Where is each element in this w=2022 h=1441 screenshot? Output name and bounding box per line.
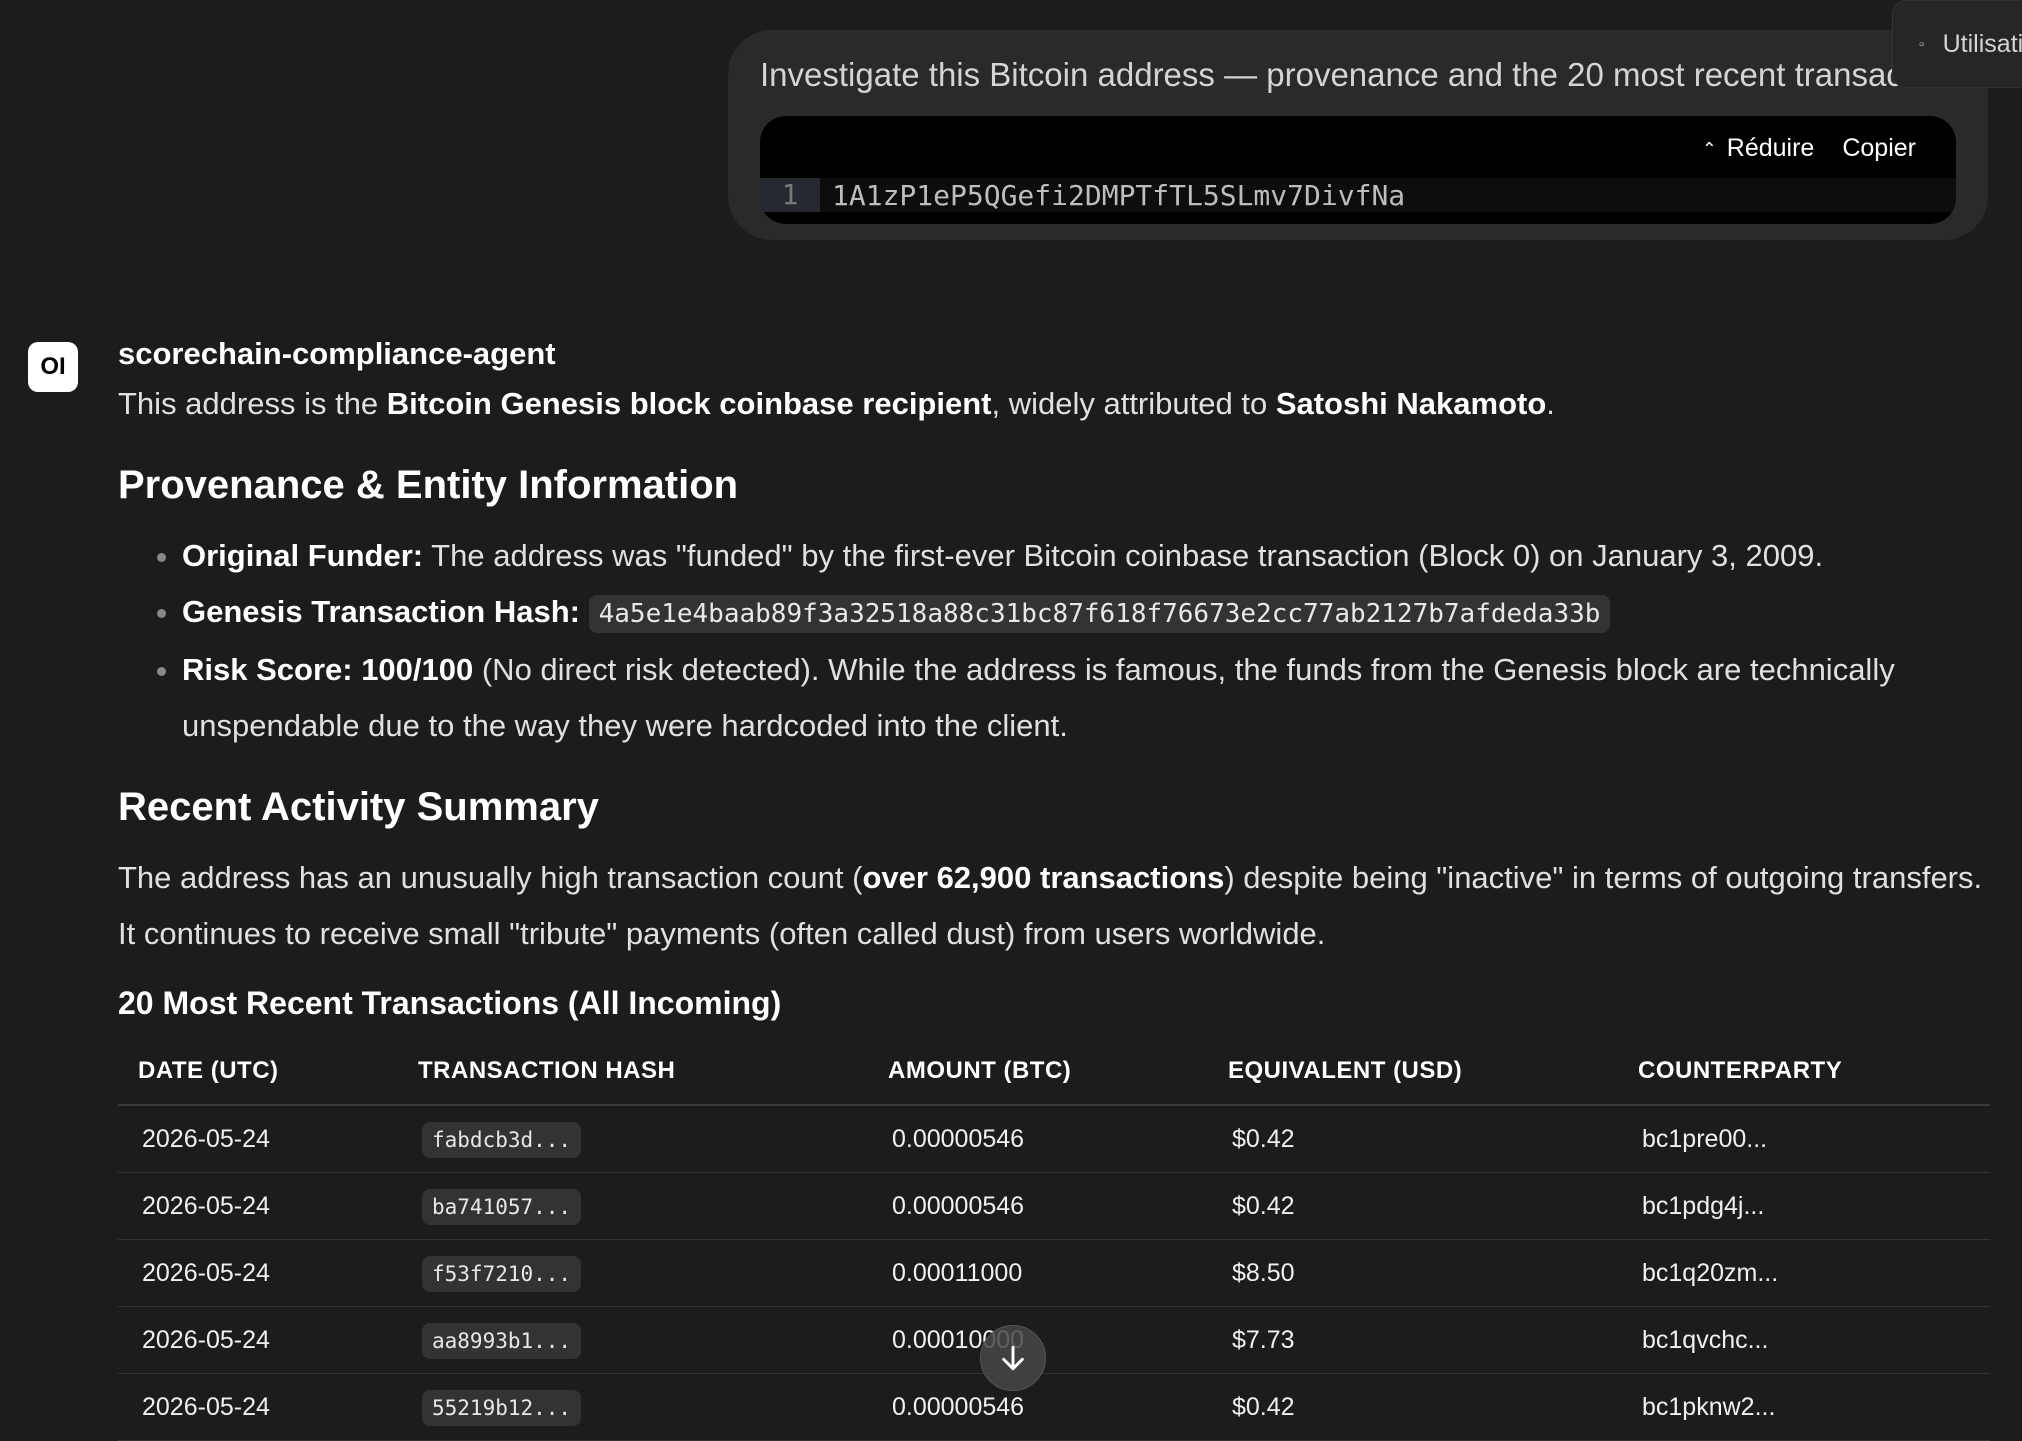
table-row: 2026-05-24 ba741057... 0.00000546 $0.42 … bbox=[118, 1172, 1990, 1240]
code-block: ⌃ Réduire Copier 1 1A1zP1eP5QGefi2DMPTfT… bbox=[760, 116, 1956, 224]
usd-cell: $0.42 bbox=[1208, 1172, 1618, 1240]
hash-label: Genesis Transaction Hash: bbox=[182, 594, 580, 629]
arrow-down-icon bbox=[1002, 1345, 1024, 1371]
list-item: Risk Score: 100/100 (No direct risk dete… bbox=[182, 642, 1998, 754]
list-item: Genesis Transaction Hash: 4a5e1e4baab89f… bbox=[182, 584, 1998, 642]
counterparty-cell: bc1q20zm... bbox=[1618, 1239, 1990, 1307]
assistant-avatar: OI bbox=[28, 342, 78, 392]
intro-paragraph: This address is the Bitcoin Genesis bloc… bbox=[118, 376, 1998, 432]
hash-pill: ba741057... bbox=[422, 1188, 582, 1225]
funder-label: Original Funder: bbox=[182, 538, 424, 573]
counterparty-cell: bc1pdg4j... bbox=[1618, 1172, 1990, 1240]
hash-pill: aa8993b1... bbox=[422, 1322, 582, 1359]
activity-text: The address has an unusually high transa… bbox=[118, 860, 863, 895]
funder-text: The address was "funded" by the first-ev… bbox=[423, 538, 1824, 573]
risk-label: Risk Score: 100/100 bbox=[182, 652, 474, 687]
table-row: 2026-05-24 55219b12... 0.00000546 $0.42 … bbox=[118, 1373, 1990, 1441]
date-cell: 2026-05-24 bbox=[118, 1239, 398, 1307]
amount-cell: 0.00000546 bbox=[868, 1172, 1208, 1240]
user-message-text: Investigate this Bitcoin address — prove… bbox=[760, 56, 1973, 93]
date-cell: 2026-05-24 bbox=[118, 1172, 398, 1240]
usd-cell: $8.50 bbox=[1208, 1239, 1618, 1307]
table-row: 2026-05-24 fabdcb3d... 0.00000546 $0.42 … bbox=[118, 1105, 1990, 1173]
hash-pill: 55219b12... bbox=[422, 1389, 582, 1426]
activity-bold: over 62,900 transactions bbox=[862, 860, 1225, 895]
line-number: 1 bbox=[760, 178, 820, 212]
hash-cell: ba741057... bbox=[398, 1172, 868, 1240]
collapse-label: Réduire bbox=[1726, 134, 1815, 162]
provenance-heading: Provenance & Entity Information bbox=[118, 463, 739, 507]
column-header: DATE (UTC) bbox=[118, 1038, 398, 1106]
genesis-hash-code: 4a5e1e4baab89f3a32518a88c31bc87f618f7667… bbox=[588, 595, 1611, 633]
scroll-to-bottom-button[interactable] bbox=[980, 1325, 1046, 1391]
hash-cell: fabdcb3d... bbox=[398, 1105, 868, 1173]
assistant-name: scorechain-compliance-agent bbox=[118, 336, 556, 371]
code-actions: ⌃ Réduire Copier bbox=[1702, 134, 1916, 163]
provenance-list: Original Funder: The address was "funded… bbox=[118, 528, 1998, 754]
gauge-icon bbox=[1919, 42, 1925, 46]
chevron-updown-icon: ⌃ bbox=[1701, 138, 1717, 159]
amount-cell: 0.00011000 bbox=[868, 1239, 1208, 1307]
intro-bold-satoshi: Satoshi Nakamoto bbox=[1275, 386, 1547, 421]
usage-label: Utilisation bbox=[1942, 29, 2022, 58]
user-message-bubble: Investigate this Bitcoin address — prove… bbox=[728, 30, 1988, 240]
date-cell: 2026-05-24 bbox=[118, 1306, 398, 1374]
assistant-message: scorechain-compliance-agent This address… bbox=[118, 332, 1998, 1441]
intro-text: , widely attributed to bbox=[991, 386, 1276, 421]
intro-bold-genesis: Bitcoin Genesis block coinbase recipient bbox=[386, 386, 992, 421]
code-line: 1 1A1zP1eP5QGefi2DMPTfTL5SLmv7DivfNa bbox=[760, 178, 1956, 212]
amount-cell: 0.00000546 bbox=[868, 1373, 1208, 1441]
counterparty-cell: bc1pre00... bbox=[1618, 1105, 1990, 1173]
hash-pill: fabdcb3d... bbox=[422, 1121, 582, 1158]
activity-heading: Recent Activity Summary bbox=[118, 785, 599, 829]
intro-text: This address is the bbox=[118, 386, 387, 421]
activity-paragraph: The address has an unusually high transa… bbox=[118, 850, 1998, 962]
code-address: 1A1zP1eP5QGefi2DMPTfTL5SLmv7DivfNa bbox=[832, 178, 1406, 212]
usd-cell: $0.42 bbox=[1208, 1105, 1618, 1173]
transactions-table: DATE (UTC) TRANSACTION HASH AMOUNT (BTC)… bbox=[118, 1038, 1990, 1441]
usd-cell: $0.42 bbox=[1208, 1373, 1618, 1441]
usd-cell: $7.73 bbox=[1208, 1306, 1618, 1374]
list-item: Original Funder: The address was "funded… bbox=[182, 528, 1998, 584]
copy-button[interactable]: Copier bbox=[1842, 134, 1916, 163]
hash-cell: 55219b12... bbox=[398, 1373, 868, 1441]
usage-button[interactable]: Utilisation bbox=[1892, 0, 2022, 88]
table-row: 2026-05-24 f53f7210... 0.00011000 $8.50 … bbox=[118, 1239, 1990, 1307]
column-header: EQUIVALENT (USD) bbox=[1208, 1038, 1618, 1106]
table-row: 2026-05-24 aa8993b1... 0.00010000 $7.73 … bbox=[118, 1306, 1990, 1374]
date-cell: 2026-05-24 bbox=[118, 1373, 398, 1441]
counterparty-cell: bc1qvchc... bbox=[1618, 1306, 1990, 1374]
table-header-row: DATE (UTC) TRANSACTION HASH AMOUNT (BTC)… bbox=[118, 1038, 1990, 1106]
counterparty-cell: bc1pknw2... bbox=[1618, 1373, 1990, 1441]
column-header: COUNTERPARTY bbox=[1618, 1038, 1990, 1106]
column-header: TRANSACTION HASH bbox=[398, 1038, 868, 1106]
transactions-heading: 20 Most Recent Transactions (All Incomin… bbox=[118, 985, 782, 1021]
collapse-button[interactable]: ⌃ Réduire bbox=[1702, 134, 1815, 163]
column-header: AMOUNT (BTC) bbox=[868, 1038, 1208, 1106]
amount-cell: 0.00000546 bbox=[868, 1105, 1208, 1173]
date-cell: 2026-05-24 bbox=[118, 1105, 398, 1173]
hash-pill: f53f7210... bbox=[422, 1255, 582, 1292]
intro-text: . bbox=[1546, 386, 1555, 421]
hash-cell: f53f7210... bbox=[398, 1239, 868, 1307]
hash-cell: aa8993b1... bbox=[398, 1306, 868, 1374]
